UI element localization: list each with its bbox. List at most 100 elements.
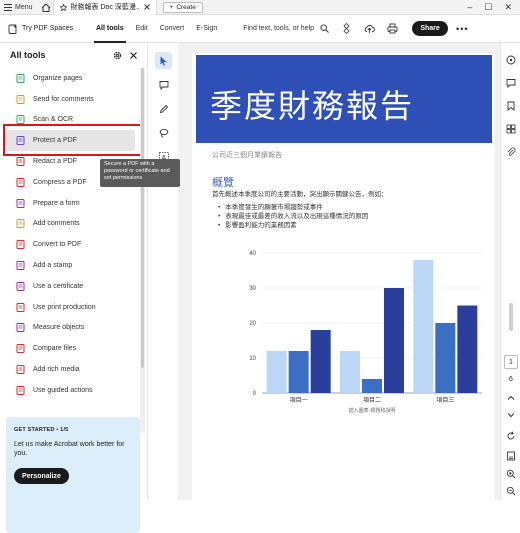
close-panel-icon[interactable] [130, 51, 137, 59]
attachments-icon[interactable] [506, 147, 516, 157]
tool-item-measure-objects[interactable]: Measure objects [0, 318, 140, 339]
try-pdf-spaces-button[interactable]: Try PDF Spaces [0, 24, 80, 34]
pages-icon[interactable] [506, 124, 516, 134]
tool-item-use-a-certificate[interactable]: Use a certificate [0, 276, 140, 297]
close-window-icon[interactable]: ✕ [504, 2, 512, 13]
tool-label: Add rich media [33, 366, 80, 374]
right-rail: 1 6 [500, 43, 520, 500]
document-subtitle: 公司近三個月業績報告 [212, 152, 282, 159]
save-icon[interactable] [506, 451, 516, 461]
document-sparkle-icon [8, 24, 17, 34]
pen-icon [159, 104, 168, 113]
bar [435, 323, 456, 393]
comment-tool-button[interactable] [155, 76, 172, 93]
maximize-icon[interactable]: ☐ [484, 2, 492, 13]
get-started-card: GET STARTED • 1/5 Let us make Acrobat wo… [6, 417, 140, 533]
select-tool-button[interactable] [155, 52, 172, 69]
bar-chart: 0 10 20 30 40 項目一 項目二 項目三插入圖表-標題和說明 [249, 251, 482, 413]
personalize-button[interactable]: Personalize [14, 468, 69, 484]
tool-item-compare-files[interactable]: Compare files [0, 338, 140, 359]
star-icon[interactable] [59, 3, 67, 11]
create-button[interactable]: + Create [162, 1, 203, 13]
bar [340, 351, 360, 393]
minimize-icon[interactable]: – [467, 2, 472, 12]
convert-pdf-icon [16, 240, 25, 250]
guided-actions-icon [16, 385, 25, 395]
tool-label: Use guided actions [33, 386, 93, 394]
tab-e-sign[interactable]: E-Sign [190, 15, 223, 43]
more-options-icon[interactable]: ••• [456, 24, 468, 34]
page-count: 6 [509, 376, 513, 383]
bar [266, 351, 287, 393]
zoom-in-icon[interactable] [506, 469, 516, 479]
bar [310, 330, 331, 393]
menu-button[interactable]: Menu [0, 0, 39, 15]
page-scroll-thumb[interactable] [509, 303, 513, 331]
tab-convert[interactable]: Convert [154, 15, 191, 43]
tool-label: Organize pages [33, 74, 83, 82]
document-title: 季度財務報告 [210, 87, 415, 125]
ai-chat-icon[interactable] [506, 55, 516, 65]
tool-label: Add comments [33, 220, 80, 228]
pdf-page: 季度財務報告 公司近三個月業績報告 概覽 首先概述本季度公司的主要活動，突出顯示… [192, 53, 494, 500]
bullet-item: 影響盈利能力的業務因素 [218, 221, 368, 230]
page-number-field[interactable]: 1 [504, 355, 518, 369]
print-icon[interactable] [387, 23, 398, 34]
certificate-icon [16, 281, 25, 291]
comments-panel-icon[interactable] [506, 78, 516, 88]
bullet-list: 本季度發生的顯著市場趨勢或事件 表現最佳或最差的收入流以及出現這種情況的原因 影… [218, 203, 368, 230]
redact-pdf-icon [16, 157, 25, 167]
tool-label: Scan & OCR [33, 116, 74, 124]
menu-label: Menu [15, 3, 33, 11]
bar [413, 260, 434, 393]
home-button[interactable] [39, 0, 53, 15]
tool-item-use-print-production[interactable]: Use print production [0, 297, 140, 318]
main-toolbar: Try PDF Spaces All tools Edit Convert E-… [0, 15, 520, 43]
tool-label: Compare files [33, 345, 77, 353]
create-label: Create [176, 3, 196, 11]
bar [457, 305, 478, 393]
chart-caption: 插入圖表-標題和說明 [349, 407, 396, 413]
tab-all-tools[interactable]: All tools [90, 15, 130, 43]
bookmark-icon[interactable] [506, 101, 516, 111]
document-tab[interactable]: 財務報表 Doc 深藍漫... [52, 0, 157, 15]
send-comments-icon [16, 94, 25, 104]
ai-assistant-icon[interactable] [341, 23, 352, 34]
tab-edit[interactable]: Edit [130, 15, 154, 43]
tool-item-prepare-a-form[interactable]: Prepare a form [0, 193, 140, 214]
panel-title: All tools [10, 50, 46, 60]
cursor-icon [160, 56, 167, 66]
measure-icon [16, 323, 25, 333]
panel-scrollbar[interactable] [140, 68, 145, 433]
tool-item-use-guided-actions[interactable]: Use guided actions [0, 380, 140, 401]
close-tab-icon[interactable] [143, 4, 150, 10]
tool-item-organize-pages[interactable]: Organize pages [0, 68, 140, 89]
chevron-up-icon[interactable] [506, 393, 516, 403]
tool-item-add-comments[interactable]: Add comments [0, 214, 140, 235]
prepare-form-icon [16, 198, 25, 208]
bullet-item: 本季度發生的顯著市場趨勢或事件 [218, 203, 368, 212]
all-tools-panel: All tools Organize pages Send for comment… [0, 43, 148, 533]
tool-item-send-for-comments[interactable]: Send for comments [0, 89, 140, 110]
rotate-icon[interactable] [506, 431, 516, 441]
window-tab-bar: Menu 財務報表 Doc 深藍漫... + Create – ☐ ✕ [0, 0, 520, 15]
cloud-upload-icon[interactable] [364, 23, 375, 34]
draw-tool-button[interactable] [155, 124, 172, 141]
tool-item-add-a-stamp[interactable]: Add a stamp [0, 255, 140, 276]
document-tab-title: 財務報表 Doc 深藍漫... [70, 4, 140, 11]
search-tools-button[interactable]: Find text, tools, or help [243, 24, 329, 33]
print-production-icon [16, 302, 25, 312]
highlight-tool-button[interactable] [155, 100, 172, 117]
add-comments-icon [16, 219, 25, 229]
document-viewport[interactable]: 季度財務報告 公司近三個月業績報告 概覽 首先概述本季度公司的主要活動，突出顯示… [178, 43, 500, 500]
chevron-down-icon[interactable] [506, 410, 516, 420]
share-button[interactable]: Share [412, 21, 449, 36]
gear-icon[interactable] [113, 51, 122, 60]
home-icon [41, 2, 50, 12]
tool-label: Prepare a form [33, 199, 80, 207]
zoom-out-icon[interactable] [506, 486, 516, 496]
x-tick-label: 項目一 [290, 397, 308, 404]
tool-item-add-rich-media[interactable]: Add rich media [0, 359, 140, 380]
tool-item-convert-to-pdf[interactable]: Convert to PDF [0, 234, 140, 255]
highlight-box [3, 124, 143, 156]
